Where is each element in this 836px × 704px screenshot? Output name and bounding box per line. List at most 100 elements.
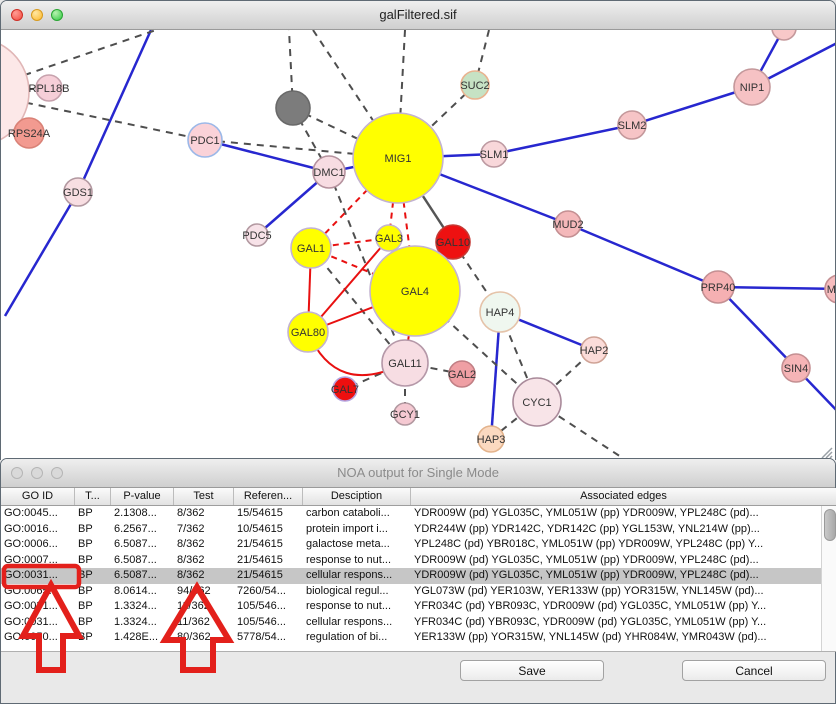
table-cell: 15/54615 [234, 506, 303, 522]
table-cell: 8/362 [174, 506, 234, 522]
table-cell: GO:0031... [1, 599, 75, 615]
table-cell: GO:0031... [1, 568, 75, 584]
table-cell: BP [75, 537, 111, 553]
table-cell: GO:0045... [1, 506, 75, 522]
table-cell: GO:0007... [1, 553, 75, 569]
table-cell: GO:0016... [1, 522, 75, 538]
graph-edge [78, 30, 151, 192]
table-cell: 1.3324... [111, 615, 174, 631]
node-label: DMC1 [313, 167, 344, 179]
table-cell: BP [75, 615, 111, 631]
table-row[interactable]: GO:0065...BP8.0614...94/3627260/54...bio… [1, 584, 836, 600]
table-cell: BP [75, 630, 111, 646]
table-cell: YDR009W (pd) YGL035C, YML051W (pp) YDR00… [411, 506, 836, 522]
table-cell: protein import i... [303, 522, 411, 538]
table-cell: YFR034C (pd) YBR093C, YDR009W (pd) YGL03… [411, 599, 836, 615]
table-cell: GO:0031... [1, 615, 75, 631]
network-window: galFiltered.sif RPL18B RPS24A GDS1 PDC1 DMC1… [0, 0, 836, 460]
node-label: GAL1 [297, 243, 325, 255]
column-header-p-value[interactable]: P-value [111, 488, 174, 505]
table-cell: response to nut... [303, 553, 411, 569]
column-header-associated-edges[interactable]: Associated edges [411, 488, 836, 505]
table-row[interactable]: GO:0050...BP1.428E...80/3625778/54...reg… [1, 630, 836, 646]
network-graph[interactable]: RPL18BRPS24AGDS1PDC1DMC1MIG1SUC2SLM1SLM2… [1, 30, 835, 461]
table-cell: 8/362 [174, 537, 234, 553]
table-cell: 7/362 [174, 522, 234, 538]
table-row[interactable]: GO:0031...BP1.3324...11/362105/546...res… [1, 599, 836, 615]
vertical-scrollbar[interactable] [821, 506, 836, 651]
table-cell: BP [75, 599, 111, 615]
table-body: GO:0045...BP2.1308...8/36215/54615carbon… [1, 506, 836, 646]
graph-edge [718, 287, 835, 289]
table-cell: YFR034C (pd) YBR093C, YDR009W (pd) YGL03… [411, 615, 836, 631]
table-cell: galactose meta... [303, 537, 411, 553]
graph-edge [632, 87, 752, 125]
table-cell: 8/362 [174, 553, 234, 569]
node-label: HAP2 [580, 345, 609, 357]
column-header-desciption[interactable]: Desciption [303, 488, 411, 505]
node-label: CYC1 [522, 397, 551, 409]
column-header-referen-[interactable]: Referen... [234, 488, 303, 505]
table-row[interactable]: GO:0031...BP1.3324...11/362105/546...cel… [1, 615, 836, 631]
table-cell: 2.1308... [111, 506, 174, 522]
table-cell: BP [75, 506, 111, 522]
node-label: GDS1 [63, 187, 93, 199]
node-label: SLM2 [618, 120, 647, 132]
table-cell: 80/362 [174, 630, 234, 646]
table-cell: 7260/54... [234, 584, 303, 600]
table-row[interactable]: GO:0045...BP2.1308...8/36215/54615carbon… [1, 506, 836, 522]
table-cell: 21/54615 [234, 553, 303, 569]
node-label: GCY1 [390, 409, 420, 421]
table-cell: BP [75, 568, 111, 584]
save-button[interactable]: Save [460, 660, 604, 681]
network-window-titlebar[interactable]: galFiltered.sif [1, 1, 835, 30]
node-label: GAL3 [375, 233, 403, 245]
table-cell: YGL073W (pd) YER103W, YER133W (pp) YOR31… [411, 584, 836, 600]
noa-window-title: NOA output for Single Mode [1, 459, 835, 486]
table-row[interactable]: GO:0007...BP6.5087...8/36221/54615respon… [1, 553, 836, 569]
table-cell: 8/362 [174, 568, 234, 584]
node-label: GAL4 [401, 286, 429, 298]
table-cell: 5778/54... [234, 630, 303, 646]
table-cell: 94/362 [174, 584, 234, 600]
table-cell: 10/54615 [234, 522, 303, 538]
table-row[interactable]: GO:0016...BP6.2567...7/36210/54615protei… [1, 522, 836, 538]
table-cell: GO:0065... [1, 584, 75, 600]
table-cell: YDR009W (pd) YGL035C, YML051W (pp) YDR00… [411, 553, 836, 569]
table-row[interactable]: GO:0006...BP6.5087...8/36221/54615galact… [1, 537, 836, 553]
graph-edge [5, 192, 78, 316]
node-label: PRP40 [701, 282, 736, 294]
graph-edge [205, 140, 329, 172]
table-cell: cellular respons... [303, 615, 411, 631]
cancel-button[interactable]: Cancel [682, 660, 826, 681]
network-canvas[interactable]: RPL18BRPS24AGDS1PDC1DMC1MIG1SUC2SLM1SLM2… [1, 30, 835, 461]
table-cell: 6.5087... [111, 553, 174, 569]
scrollbar-thumb[interactable] [824, 509, 836, 541]
table-cell: response to nut... [303, 599, 411, 615]
table-cell: 1.428E... [111, 630, 174, 646]
table-cell: 21/54615 [234, 537, 303, 553]
node-gray[interactable] [276, 91, 310, 125]
node-label: MSN [827, 284, 835, 296]
table-cell: YDR009W (pd) YGL035C, YML051W (pp) YDR00… [411, 568, 836, 584]
table-row[interactable]: GO:0031...BP6.5087...8/36221/54615cellul… [1, 568, 836, 584]
graph-edge [494, 125, 632, 154]
table-header-row: GO IDT...P-valueTestReferen...Desciption… [1, 488, 836, 506]
node-label: RPL18B [29, 83, 70, 95]
node-label: GAL2 [448, 369, 476, 381]
table-cell: regulation of bi... [303, 630, 411, 646]
column-header-test[interactable]: Test [174, 488, 234, 505]
node-label: RPS24A [8, 128, 51, 140]
table-cell: BP [75, 553, 111, 569]
table-cell: GO:0050... [1, 630, 75, 646]
column-header-go-id[interactable]: GO ID [1, 488, 75, 505]
node-topright[interactable] [772, 30, 796, 40]
node-label: GAL10 [436, 237, 470, 249]
column-header-t-[interactable]: T... [75, 488, 111, 505]
node-label: SUC2 [460, 80, 489, 92]
node-label: MIG1 [385, 153, 412, 165]
resize-grip-icon[interactable] [819, 445, 833, 459]
noa-window-titlebar[interactable]: NOA output for Single Mode [1, 459, 835, 488]
node-label: PDC1 [190, 135, 219, 147]
table-cell: 11/362 [174, 599, 234, 615]
